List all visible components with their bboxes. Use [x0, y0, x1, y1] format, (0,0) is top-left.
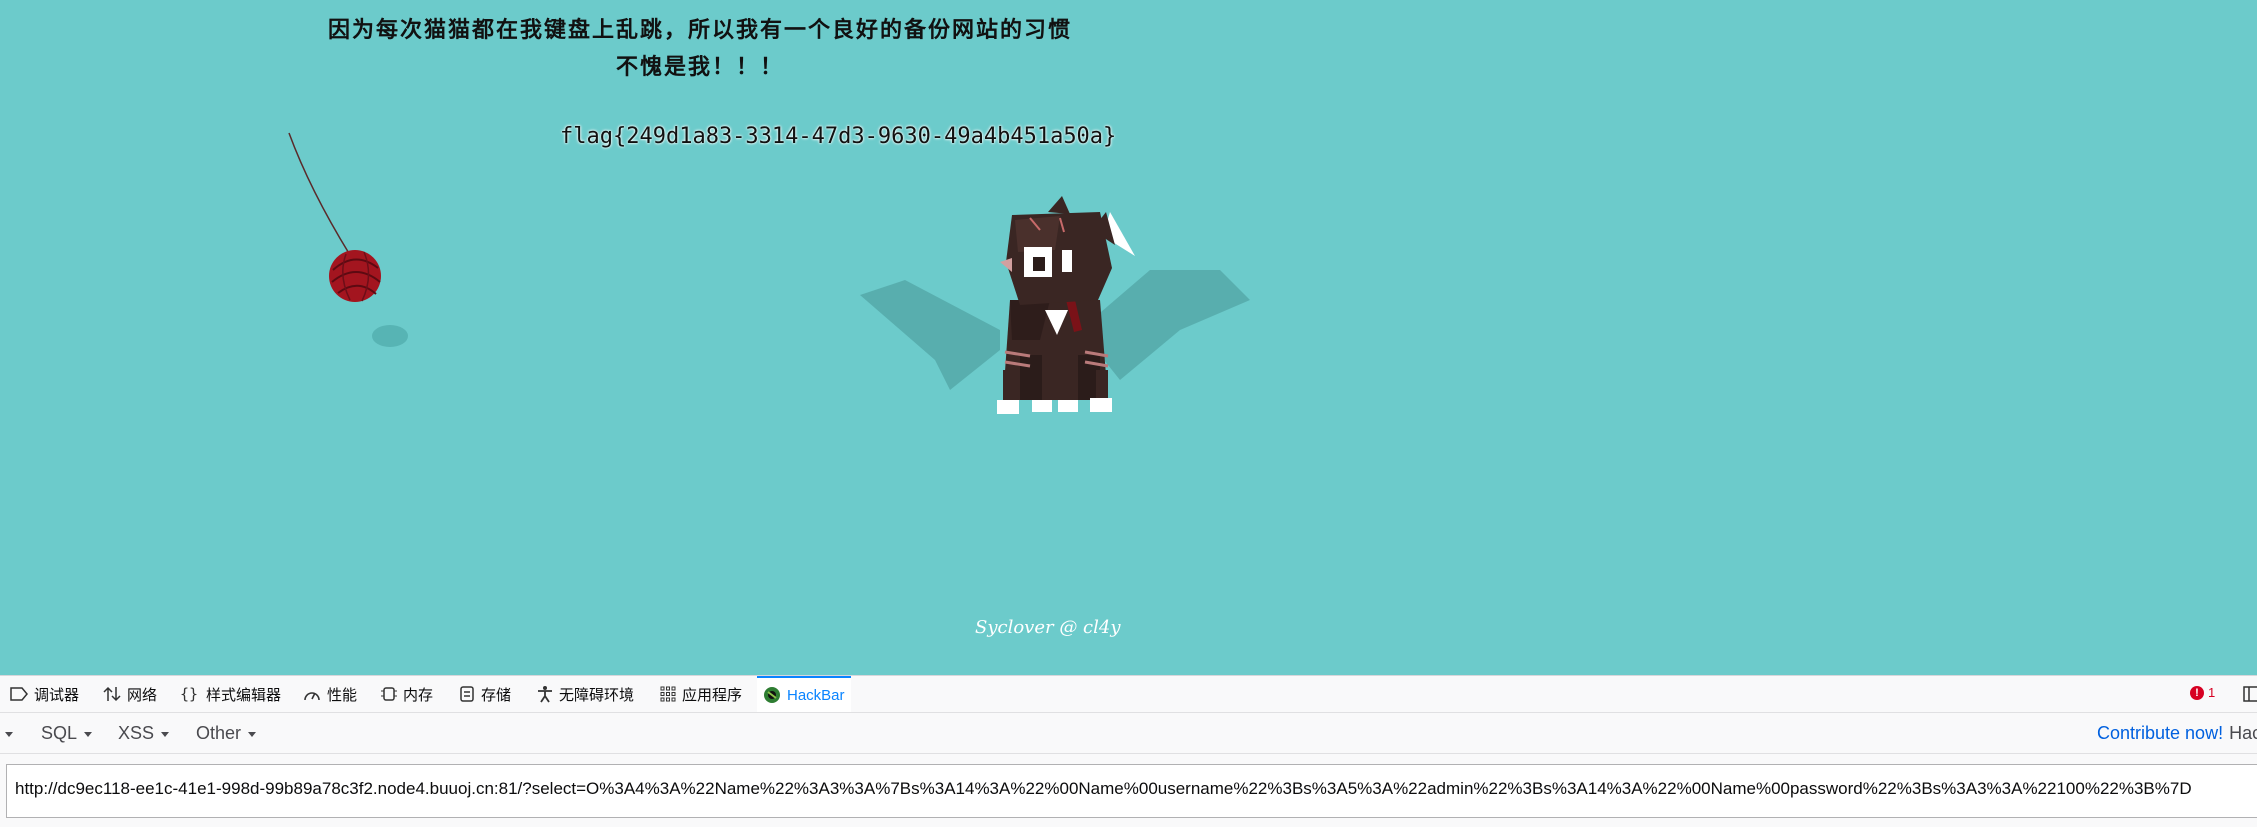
svg-text:{}: {}	[180, 686, 198, 702]
hackbar-menu: SQL XSS Other Contribute now! Hac	[0, 713, 2257, 754]
tab-performance[interactable]: 性能	[303, 676, 357, 712]
contribute-link[interactable]: Contribute now!	[2097, 723, 2223, 744]
signature: Syclover @ cl4y	[975, 617, 1121, 638]
dock-side-icon[interactable]	[2243, 685, 2257, 703]
chevron-down-icon	[248, 731, 257, 737]
tab-storage[interactable]: 存储	[459, 676, 511, 712]
error-icon: !	[2190, 685, 2204, 700]
storage-icon	[460, 686, 474, 702]
chevron-down-icon	[161, 731, 170, 737]
tab-accessibility[interactable]: 无障碍环境	[537, 676, 634, 712]
page-headline: 因为每次猫猫都在我键盘上乱跳，所以我有一个良好的备份网站的习惯 不愧是我！！！	[300, 12, 1100, 86]
tab-label: 无障碍环境	[559, 686, 635, 704]
menu-xss[interactable]: XSS	[118, 713, 170, 753]
yarn-string	[288, 132, 351, 256]
network-icon	[103, 686, 121, 702]
tab-label: 存储	[481, 686, 512, 704]
error-count-badge[interactable]: ! 1	[2190, 685, 2215, 700]
tab-debugger[interactable]: 调试器	[10, 676, 79, 712]
menu-label: SQL	[41, 722, 78, 743]
url-input[interactable]: http://dc9ec118-ee1c-41e1-998d-99b89a78c…	[6, 764, 2257, 818]
style-editor-icon: {}	[180, 686, 198, 702]
flag-text: flag{249d1a83-3314-47d3-9630-49a4b451a50…	[560, 124, 1117, 149]
tab-style-editor[interactable]: {} 样式编辑器	[180, 676, 281, 712]
chevron-down-icon	[5, 731, 13, 737]
tab-network[interactable]: 网络	[103, 676, 157, 712]
hackbar-icon	[764, 687, 780, 703]
tab-label: 内存	[403, 686, 434, 704]
chevron-down-icon	[84, 731, 93, 737]
memory-icon	[381, 687, 397, 701]
tab-label: HackBar	[787, 686, 845, 704]
load-menu-caret[interactable]	[0, 713, 13, 753]
tab-hackbar[interactable]: HackBar	[757, 676, 851, 712]
url-value: http://dc9ec118-ee1c-41e1-998d-99b89a78c…	[15, 779, 2192, 798]
menu-label: Other	[196, 722, 242, 743]
yarn-ball	[329, 250, 381, 302]
error-count: 1	[2208, 685, 2216, 700]
yarn-shadow	[372, 325, 408, 347]
contribute-rest-text: Hac	[2229, 722, 2257, 743]
devtools-toolbar: 调试器 网络 {} 样式编辑器 性能 内存 存储 无障碍环境 应用程序 Hack…	[0, 676, 2257, 713]
page-content: 因为每次猫猫都在我键盘上乱跳，所以我有一个良好的备份网站的习惯 不愧是我！！！ …	[0, 0, 2257, 675]
tab-label: 网络	[127, 686, 158, 704]
tab-memory[interactable]: 内存	[381, 676, 433, 712]
tab-label: 调试器	[34, 686, 80, 704]
menu-sql[interactable]: SQL	[41, 713, 93, 753]
tab-label: 应用程序	[682, 686, 743, 704]
headline-line-1: 因为每次猫猫都在我键盘上乱跳，所以我有一个良好的备份网站的习惯	[327, 17, 1072, 43]
tab-label: 样式编辑器	[206, 686, 282, 704]
contribute-area: Contribute now! Hac	[2097, 713, 2257, 753]
devtools-panel: 调试器 网络 {} 样式编辑器 性能 内存 存储 无障碍环境 应用程序 Hack…	[0, 675, 2257, 827]
performance-icon	[304, 692, 320, 701]
menu-label: XSS	[118, 722, 155, 743]
menu-other[interactable]: Other	[196, 713, 257, 753]
cat-scene	[288, 132, 1250, 414]
tab-application[interactable]: 应用程序	[660, 676, 742, 712]
application-icon	[660, 686, 676, 702]
debugger-icon	[10, 687, 28, 701]
tab-label: 性能	[327, 686, 358, 704]
accessibility-icon	[538, 686, 552, 703]
headline-line-2: 不愧是我！！！	[615, 54, 784, 80]
